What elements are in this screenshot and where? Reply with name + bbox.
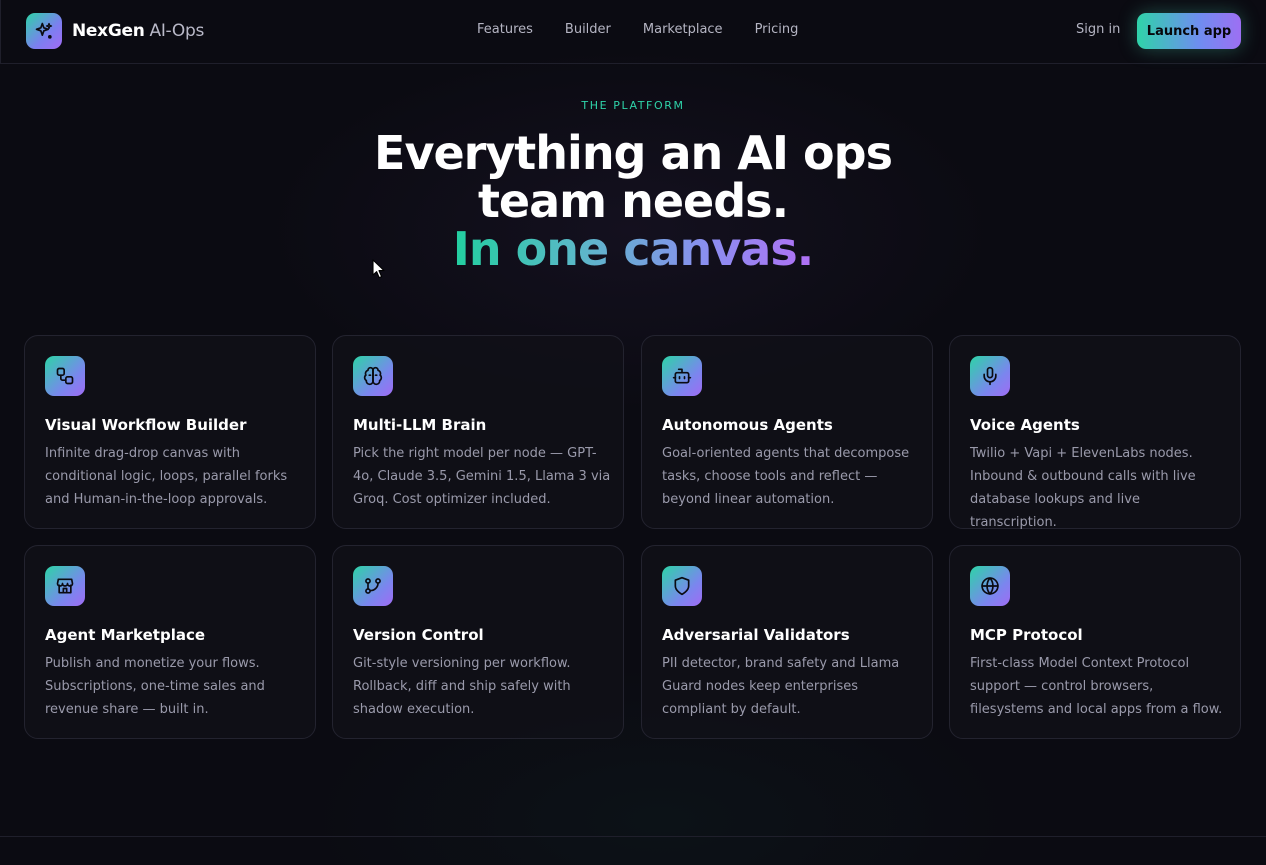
hero-accent-text: In one canvas. bbox=[452, 222, 814, 276]
shield-icon bbox=[662, 566, 702, 606]
nav-link-marketplace[interactable]: Marketplace bbox=[643, 22, 723, 37]
git-branch-icon bbox=[353, 566, 393, 606]
feature-title: Voice Agents bbox=[970, 416, 1080, 434]
workflow-icon bbox=[45, 356, 85, 396]
feature-card-visual-workflow-builder[interactable]: Visual Workflow Builder Infinite drag-dr… bbox=[24, 335, 316, 529]
store-icon bbox=[45, 566, 85, 606]
top-navbar: NexGen AI-Ops Features Builder Marketpla… bbox=[0, 0, 1266, 64]
feature-title: Autonomous Agents bbox=[662, 416, 833, 434]
feature-card-mcp-protocol[interactable]: MCP Protocol First-class Model Context P… bbox=[949, 545, 1241, 739]
nav-link-pricing[interactable]: Pricing bbox=[755, 22, 799, 37]
feature-title: MCP Protocol bbox=[970, 626, 1083, 644]
mouse-cursor-icon bbox=[372, 259, 385, 279]
feature-title: Adversarial Validators bbox=[662, 626, 850, 644]
feature-description: Git-style versioning per workflow. Rollb… bbox=[353, 656, 571, 717]
nav-links: Features Builder Marketplace Pricing bbox=[477, 22, 830, 37]
feature-description: First-class Model Context Protocol suppo… bbox=[970, 656, 1223, 717]
feature-card-adversarial-validators[interactable]: Adversarial Validators PII detector, bra… bbox=[641, 545, 933, 739]
bot-icon bbox=[662, 356, 702, 396]
feature-card-autonomous-agents[interactable]: Autonomous Agents Goal-oriented agents t… bbox=[641, 335, 933, 529]
feature-title: Multi-LLM Brain bbox=[353, 416, 487, 434]
nav-link-builder[interactable]: Builder bbox=[565, 22, 611, 37]
feature-description: Goal-oriented agents that decompose task… bbox=[662, 446, 910, 507]
sparkles-icon bbox=[26, 13, 62, 49]
feature-card-multi-llm-brain[interactable]: Multi-LLM Brain Pick the right model per… bbox=[332, 335, 624, 529]
feature-description: PII detector, brand safety and Llama Gua… bbox=[662, 656, 900, 717]
brand-name: NexGen bbox=[72, 21, 145, 41]
feature-card-agent-marketplace[interactable]: Agent Marketplace Publish and monetize y… bbox=[24, 545, 316, 739]
feature-description: Publish and monetize your flows. Subscri… bbox=[45, 656, 265, 717]
hero-title: Everything an AI ops team needs. bbox=[374, 126, 893, 228]
hero-title-accent: In one canvas. bbox=[333, 225, 933, 273]
feature-description: Twilio + Vapi + ElevenLabs nodes. Inboun… bbox=[970, 446, 1196, 530]
feature-title: Version Control bbox=[353, 626, 484, 644]
section-divider bbox=[0, 836, 1266, 837]
brand-suffix: AI-Ops bbox=[149, 21, 205, 41]
feature-card-voice-agents[interactable]: Voice Agents Twilio + Vapi + ElevenLabs … bbox=[949, 335, 1241, 530]
nav-link-features[interactable]: Features bbox=[477, 22, 533, 37]
section-eyebrow: THE PLATFORM bbox=[581, 99, 685, 112]
feature-title: Visual Workflow Builder bbox=[45, 416, 247, 434]
feature-card-version-control[interactable]: Version Control Git-style versioning per… bbox=[332, 545, 624, 739]
microphone-icon bbox=[970, 356, 1010, 396]
brain-icon bbox=[353, 356, 393, 396]
sign-in-link[interactable]: Sign in bbox=[1076, 22, 1120, 37]
feature-description: Infinite drag-drop canvas with condition… bbox=[45, 446, 288, 507]
brand[interactable]: NexGen AI-Ops bbox=[26, 13, 204, 49]
launch-app-button[interactable]: Launch app bbox=[1137, 13, 1241, 49]
feature-title: Agent Marketplace bbox=[45, 626, 206, 644]
feature-description: Pick the right model per node — GPT-4o, … bbox=[353, 446, 611, 507]
globe-icon bbox=[970, 566, 1010, 606]
